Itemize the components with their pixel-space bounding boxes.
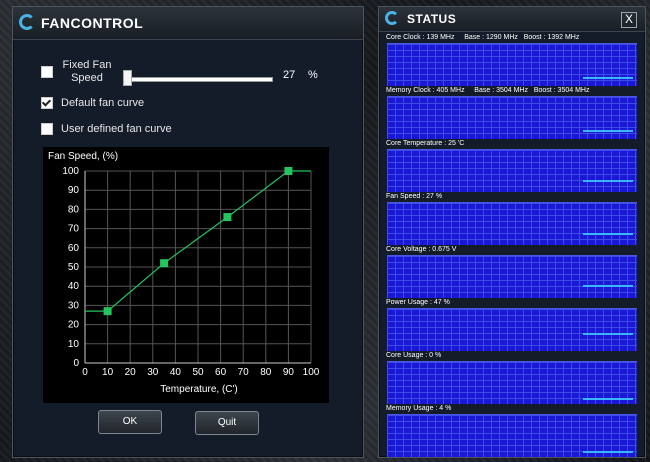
status-item-value-line [583, 77, 633, 79]
y-tick-label: 40 [68, 281, 80, 292]
x-tick-label: 70 [238, 367, 250, 378]
curve-control-point[interactable] [223, 213, 232, 222]
status-item-value-line [583, 451, 633, 453]
fixed-fan-value: 27 [283, 69, 296, 81]
status-item-value-line [583, 285, 633, 287]
status-item: Memory Clock : 405 MHz Base : 3504 MHz B… [383, 86, 641, 139]
app-logo-icon [385, 11, 399, 25]
slider-thumb[interactable] [123, 70, 132, 86]
y-tick-label: 100 [62, 166, 79, 177]
status-titlebar[interactable]: STATUS X [379, 7, 645, 32]
x-tick-label: 90 [283, 367, 295, 378]
status-item-value-line [583, 233, 633, 235]
status-item-label: Core Usage : 0 % [386, 352, 442, 359]
status-item-value-line [583, 180, 633, 182]
status-item-label: Power Usage : 47 % [386, 299, 450, 306]
y-tick-label: 90 [68, 185, 80, 196]
status-item-graph [387, 149, 637, 192]
status-item: Core Temperature : 25 'C [383, 139, 641, 192]
fan-curve-chart[interactable]: Fan Speed, (%) Temperature, (C') 0 10 20 30… [43, 147, 329, 403]
fixed-fan-row: Fixed Fan Speed [41, 59, 113, 85]
curve-control-point[interactable] [160, 259, 169, 268]
slider-track [123, 77, 273, 82]
y-tick-label: 0 [73, 358, 79, 369]
chart-ylabel: Fan Speed, (%) [48, 151, 118, 162]
y-tick-label: 70 [68, 224, 80, 235]
x-tick-label: 80 [260, 367, 272, 378]
x-tick-label: 50 [192, 367, 204, 378]
x-tick-label: 60 [215, 367, 227, 378]
y-tick-label: 60 [68, 243, 80, 254]
status-window: STATUS X Core Clock : 139 MHz Base : 129… [378, 6, 646, 458]
status-item: Core Usage : 0 % [383, 351, 641, 404]
status-item-label: Core Voltage : 0.675 V [386, 246, 457, 253]
curve-control-point[interactable] [284, 167, 293, 175]
status-item-label: Fan Speed : 27 % [386, 193, 443, 200]
x-tick-label: 0 [82, 367, 88, 378]
user-curve-row: User defined fan curve [41, 123, 172, 135]
status-item: Core Clock : 139 MHz Base : 1290 MHz Boo… [383, 33, 641, 86]
status-item: Core Voltage : 0.675 V [383, 245, 641, 298]
default-curve-label: Default fan curve [61, 97, 145, 109]
status-item-graph [387, 361, 637, 404]
status-item-graph [387, 308, 637, 351]
status-item-label: Memory Usage : 4 % [386, 405, 452, 412]
fixed-fan-label: Fixed Fan Speed [62, 59, 112, 84]
fancontrol-titlebar[interactable]: FANCONTROL [13, 7, 363, 40]
chart-xlabel: Temperature, (C') [160, 384, 238, 395]
x-tick-label: 100 [303, 367, 320, 378]
status-item-label: Memory Clock : 405 MHz Base : 3504 MHz B… [386, 87, 590, 94]
y-tick-label: 30 [68, 300, 80, 311]
fan-curve-svg[interactable]: Fan Speed, (%) Temperature, (C') 0 10 20 30… [43, 147, 329, 403]
x-tick-label: 40 [170, 367, 182, 378]
fixed-fan-unit: % [308, 69, 318, 81]
status-title: STATUS [407, 12, 457, 26]
default-curve-checkbox[interactable] [41, 97, 53, 109]
status-item-graph [387, 202, 637, 245]
status-item-graph [387, 96, 637, 139]
app-logo-icon [19, 14, 35, 30]
status-item-value-line [583, 130, 633, 132]
x-tick-label: 20 [125, 367, 137, 378]
status-item-graph [387, 414, 637, 457]
fancontrol-title: FANCONTROL [41, 15, 144, 31]
y-tick-label: 10 [68, 339, 80, 350]
y-tick-label: 20 [68, 320, 80, 331]
user-curve-checkbox[interactable] [41, 123, 53, 135]
default-curve-row: Default fan curve [41, 97, 144, 109]
fixed-fan-checkbox[interactable] [41, 66, 53, 78]
x-tick-label: 30 [147, 367, 159, 378]
status-item-graph [387, 43, 637, 86]
status-item-graph [387, 255, 637, 298]
x-tick-label: 10 [102, 367, 114, 378]
status-item: Power Usage : 47 % [383, 298, 641, 351]
close-button[interactable]: X [621, 12, 637, 28]
status-item: Fan Speed : 27 % [383, 192, 641, 245]
curve-control-point[interactable] [103, 307, 112, 316]
y-tick-label: 50 [68, 262, 80, 273]
fancontrol-window: FANCONTROL Fixed Fan Speed 27 % Default … [12, 6, 364, 458]
ok-button[interactable]: OK [98, 410, 162, 434]
status-graph-list: Core Clock : 139 MHz Base : 1290 MHz Boo… [383, 33, 641, 457]
y-tick-label: 80 [68, 204, 80, 215]
status-item: Memory Usage : 4 % [383, 404, 641, 457]
quit-button[interactable]: Quit [195, 411, 259, 435]
status-item-label: Core Temperature : 25 'C [386, 140, 465, 147]
user-curve-label: User defined fan curve [61, 123, 172, 135]
status-item-value-line [583, 333, 633, 335]
status-item-label: Core Clock : 139 MHz Base : 1290 MHz Boo… [386, 34, 580, 41]
status-item-value-line [583, 398, 633, 400]
fixed-fan-slider[interactable] [123, 70, 273, 86]
